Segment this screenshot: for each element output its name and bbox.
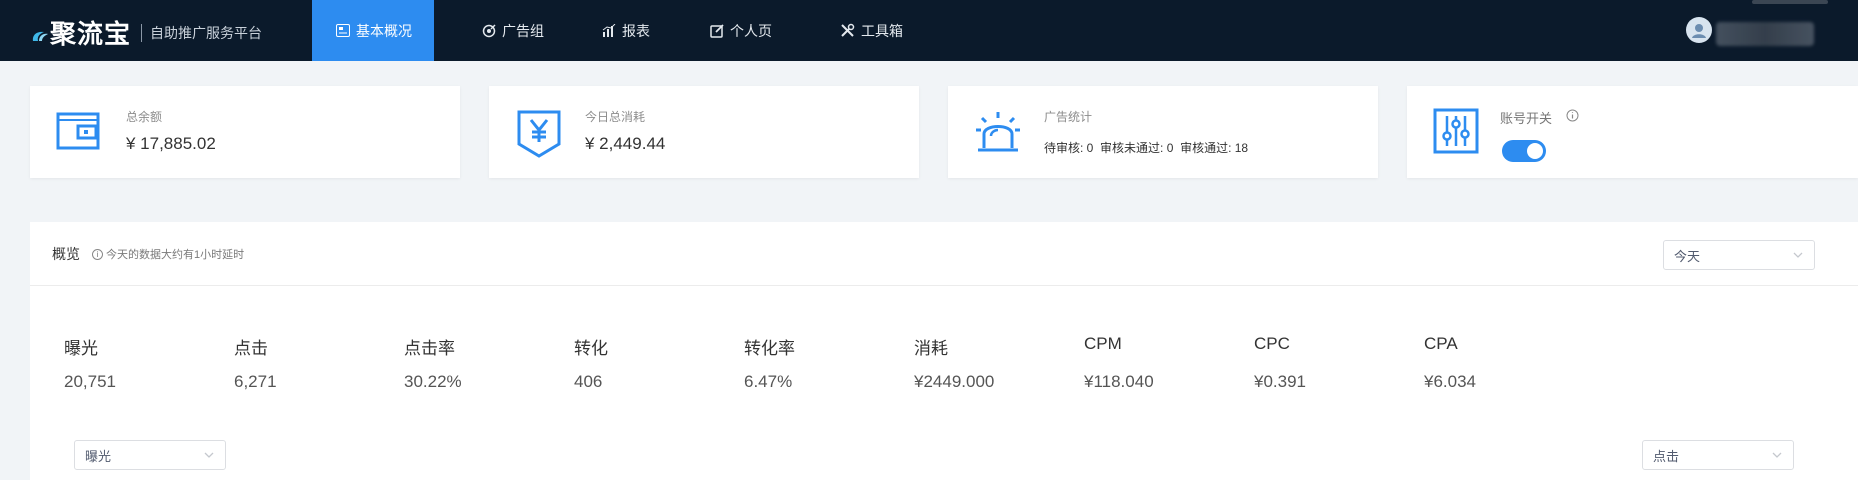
nav-item-label: 个人页 [730, 22, 772, 39]
overview-title: 概览 [52, 246, 80, 262]
nav-item-label: 报表 [622, 22, 650, 39]
right-metric-value: 点击 [1653, 448, 1680, 464]
right-metric-select[interactable]: 点击 [1642, 440, 1794, 470]
nav-item-profile[interactable]: 个人页 [710, 0, 772, 61]
today-spend-card: 今日总消耗 ¥ 2,449.44 [489, 86, 919, 178]
nav-item-label: 工具箱 [861, 22, 903, 39]
balance-value: ¥ 17,885.02 [126, 134, 216, 153]
chevron-down-icon [1792, 249, 1804, 264]
metric-name: 点击 [234, 339, 268, 358]
metric-cvr: 转化率 6.47% [744, 334, 894, 392]
balance-card: 总余额 ¥ 17,885.02 [30, 86, 460, 178]
pending-count: 0 [1086, 141, 1094, 155]
metric-value: ¥118.040 [1084, 372, 1154, 391]
metric-name: 消耗 [914, 339, 948, 358]
chart-image-icon [336, 24, 350, 37]
nav-item-report[interactable]: 报表 [602, 0, 650, 61]
metric-name: CPM [1084, 334, 1122, 353]
wallet-icon [56, 108, 102, 159]
toggle-knob [1527, 143, 1543, 159]
metric-value: 6,271 [234, 372, 277, 391]
info-icon: i [92, 248, 103, 260]
nav-item-overview[interactable]: 基本概况 [312, 0, 434, 61]
ad-stats-card: 广告统计 待审核: 0 审核未通过: 0 审核通过: 18 [948, 86, 1378, 178]
user-icon [1692, 24, 1706, 38]
sliders-icon [1433, 108, 1479, 159]
overview-note: i 今天的数据大约有1小时延时 [92, 246, 244, 262]
overview-header: 概览 i 今天的数据大约有1小时延时 今天 [30, 222, 1858, 286]
nav-item-toolbox[interactable]: 工具箱 [840, 0, 903, 61]
username-redacted[interactable] [1716, 22, 1814, 46]
redacted-mark [1752, 0, 1828, 4]
metric-clicks: 点击 6,271 [234, 334, 384, 392]
edit-icon [710, 23, 724, 38]
metric-value: 30.22% [404, 372, 462, 391]
nav-item-label: 基本概况 [356, 22, 412, 39]
metric-name: CPA [1424, 334, 1458, 353]
pending-label: 待审核: [1044, 141, 1087, 155]
left-metric-select[interactable]: 曝光 [74, 440, 226, 470]
metric-value: 406 [574, 372, 603, 391]
metric-cpm: CPM ¥118.040 [1084, 334, 1234, 392]
metric-cpa: CPA ¥6.034 [1424, 334, 1574, 392]
rejected-label: 审核未通过: [1100, 141, 1167, 155]
metric-value: ¥6.034 [1424, 372, 1476, 391]
logo[interactable]: 聚流宝 自助推广服务平台 [30, 14, 262, 51]
metric-name: 转化率 [744, 339, 795, 358]
user-avatar[interactable] [1686, 17, 1712, 43]
tools-icon [840, 23, 855, 38]
metric-value: 6.47% [744, 372, 793, 391]
logo-mark-icon [32, 31, 48, 41]
info-icon[interactable] [1566, 109, 1579, 127]
main-nav: 基本概况 广告组 报表 个人页 工具箱 [312, 0, 903, 61]
rejected-count: 0 [1166, 141, 1174, 155]
account-switch-label: 账号开关 [1500, 111, 1553, 126]
overview-panel: 概览 i 今天的数据大约有1小时延时 今天 曝光 20,751 点击 6,271… [30, 222, 1858, 480]
account-switch-toggle[interactable] [1502, 140, 1546, 162]
top-navbar: 聚流宝 自助推广服务平台 基本概况 广告组 报表 个人页 工具箱 [0, 0, 1858, 61]
today-spend-value: ¥ 2,449.44 [585, 134, 666, 153]
balance-label: 总余额 [126, 110, 163, 124]
metric-value: 20,751 [64, 372, 116, 391]
date-range-value: 今天 [1674, 248, 1701, 264]
metric-value: ¥2449.000 [914, 372, 995, 391]
metric-cpc: CPC ¥0.391 [1254, 334, 1404, 392]
ad-stats-label: 广告统计 [1044, 110, 1093, 124]
date-range-select[interactable]: 今天 [1663, 240, 1815, 270]
left-metric-value: 曝光 [85, 448, 112, 464]
chevron-down-icon [203, 449, 215, 464]
metric-name: 点击率 [404, 339, 455, 358]
logo-divider [141, 23, 143, 42]
approved-count: 18 [1234, 141, 1249, 155]
nav-item-adgroup[interactable]: 广告组 [482, 0, 544, 61]
nav-item-label: 广告组 [502, 22, 544, 39]
overview-note-text: 今天的数据大约有1小时延时 [106, 249, 245, 261]
bar-chart-icon [602, 24, 616, 37]
metric-conversions: 转化 406 [574, 334, 724, 392]
metric-impressions: 曝光 20,751 [64, 334, 214, 392]
today-spend-label: 今日总消耗 [585, 110, 646, 124]
logo-text: 聚流宝 [50, 20, 132, 50]
logo-subtitle: 自助推广服务平台 [150, 24, 263, 41]
metric-spend: 消耗 ¥2449.000 [914, 334, 1064, 392]
ad-stats-summary: 待审核: 0 审核未通过: 0 审核通过: 18 [1044, 139, 1248, 156]
chevron-down-icon [1771, 449, 1783, 464]
alarm-light-icon [974, 108, 1022, 161]
yen-icon [515, 108, 563, 163]
account-switch-card: 账号开关 [1407, 86, 1858, 178]
metric-ctr: 点击率 30.22% [404, 334, 554, 392]
metric-value: ¥0.391 [1254, 372, 1306, 391]
metric-name: 曝光 [64, 339, 98, 358]
approved-label: 审核通过: [1180, 141, 1235, 155]
metric-name: 转化 [574, 339, 608, 358]
target-icon [482, 23, 496, 38]
metric-name: CPC [1254, 334, 1290, 353]
